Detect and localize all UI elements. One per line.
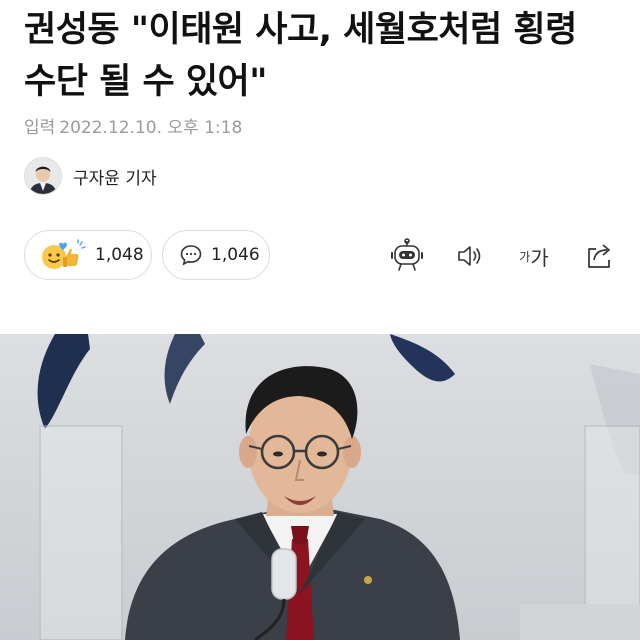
reporter-photo-icon <box>25 158 61 194</box>
like-button[interactable]: 1,048 <box>24 230 152 280</box>
reporter-avatar[interactable] <box>24 157 62 195</box>
like-emoji-icon <box>42 239 86 269</box>
reporter-name[interactable]: 구자윤 기자 <box>73 164 157 189</box>
font-large-label: 가 <box>530 245 549 270</box>
speaker-icon <box>458 246 481 266</box>
like-count: 1,048 <box>95 245 144 265</box>
comment-count: 1,046 <box>211 245 260 265</box>
article-photo[interactable] <box>0 334 640 640</box>
share-icon <box>588 244 610 268</box>
font-small-label: 가 <box>519 249 531 264</box>
article-headline: 권성동 "이태원 사고, 세월호처럼 횡령 수단 될 수 있어" <box>24 10 577 102</box>
listen-button[interactable] <box>452 236 488 276</box>
press-photo-image <box>0 334 640 640</box>
article-meta: 입력 2022.12.10. 오후 1:18 <box>24 113 242 138</box>
comment-button[interactable]: 1,046 <box>162 230 270 280</box>
share-button[interactable] <box>582 236 616 276</box>
robot-icon <box>391 238 423 271</box>
font-size-button[interactable]: 가가 <box>514 236 554 276</box>
summary-robot-button[interactable] <box>386 236 428 276</box>
date-label: 입력 <box>24 118 56 138</box>
reporter-info[interactable]: 구자윤 기자 <box>24 157 157 195</box>
date-value: 2022.12.10. 오후 1:18 <box>59 118 243 138</box>
comment-icon <box>180 245 202 266</box>
